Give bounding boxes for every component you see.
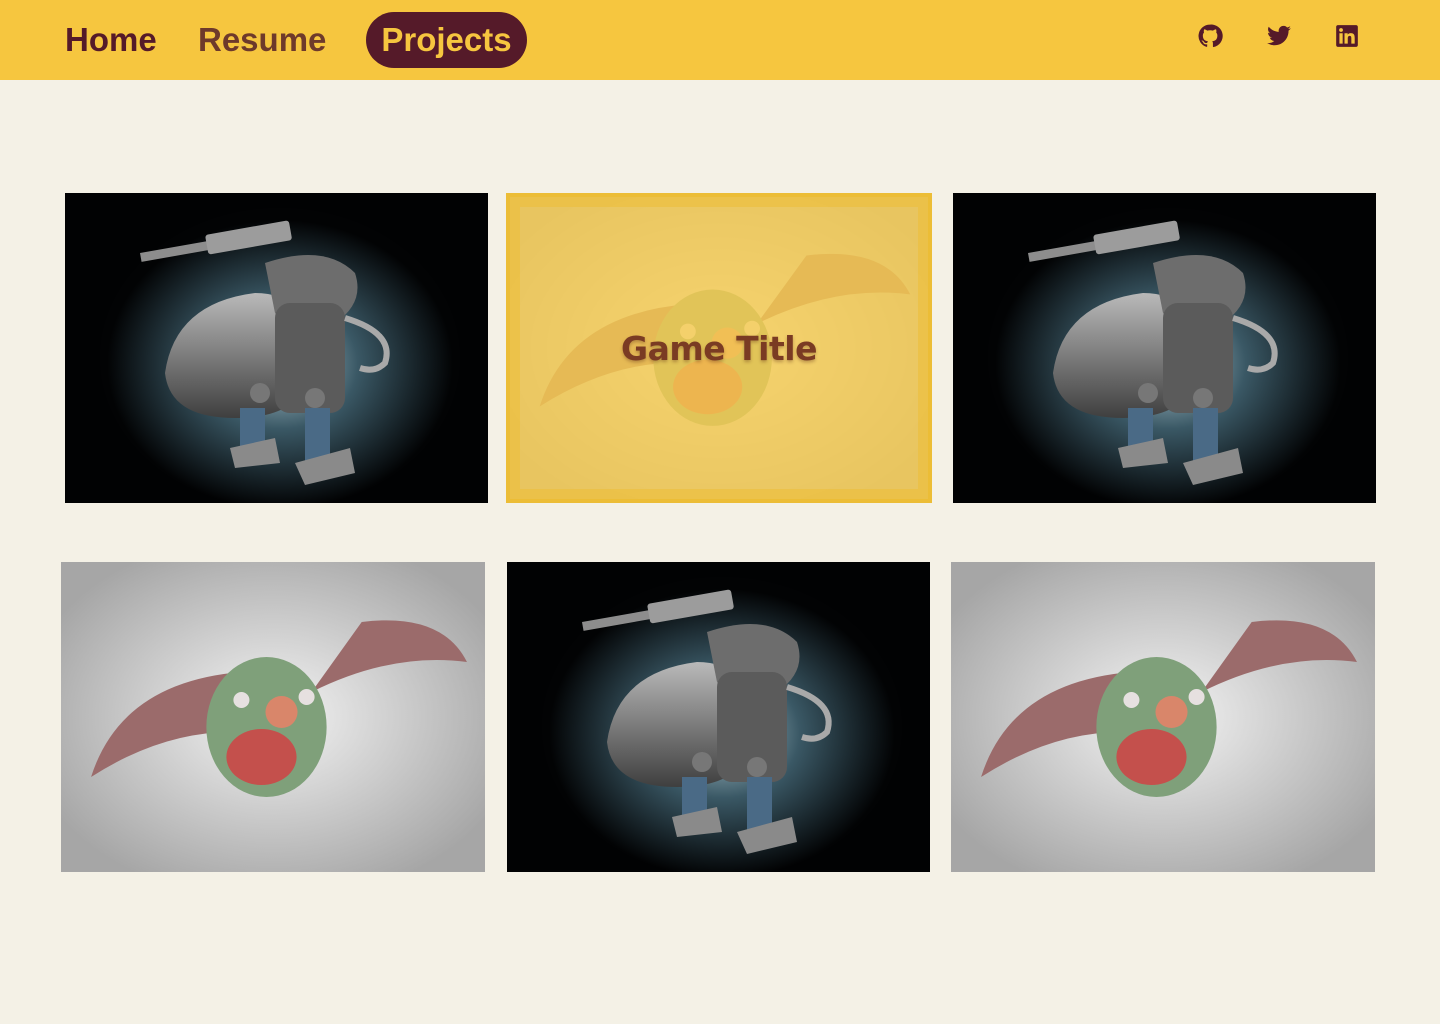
bat-creature-artwork-image	[61, 562, 485, 872]
robot-artwork-image	[953, 193, 1376, 503]
github-icon	[1197, 23, 1223, 54]
project-card[interactable]	[953, 193, 1376, 503]
robot-artwork-image	[507, 562, 930, 872]
twitter-link[interactable]	[1265, 22, 1293, 54]
github-link[interactable]	[1196, 22, 1224, 54]
linkedin-link[interactable]	[1333, 22, 1361, 54]
robot-artwork-image	[65, 193, 488, 503]
linkedin-icon	[1334, 23, 1360, 54]
project-card-hovered[interactable]: Game Title	[506, 193, 932, 503]
project-card[interactable]	[507, 562, 930, 872]
project-title: Game Title	[621, 329, 817, 368]
nav-link-projects[interactable]: Projects	[366, 12, 527, 68]
project-card[interactable]	[951, 562, 1375, 872]
twitter-icon	[1266, 23, 1292, 54]
nav-link-home[interactable]: Home	[65, 12, 157, 68]
project-card[interactable]	[61, 562, 485, 872]
bat-creature-artwork-image	[951, 562, 1375, 872]
project-card[interactable]	[65, 193, 488, 503]
nav-link-resume[interactable]: Resume	[198, 12, 326, 68]
hover-overlay: Game Title	[510, 197, 928, 499]
top-navigation-bar: Home Resume Projects	[0, 0, 1440, 80]
